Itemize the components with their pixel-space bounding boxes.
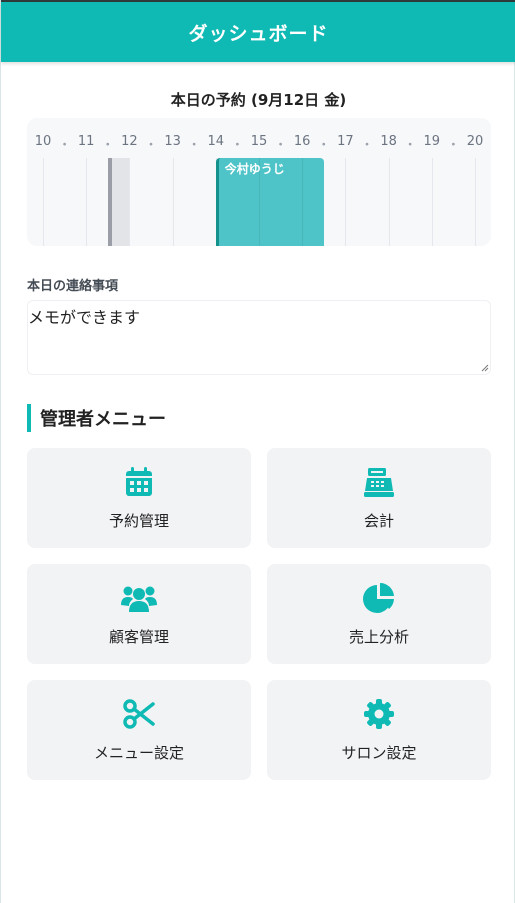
blocked-slot-edge bbox=[107, 158, 112, 246]
app-frame: ダッシュボード 本日の予約 (9月12日 金) 10 ・ 11 ・ 12 ・ 13 ・ 14 ・ 1… bbox=[0, 0, 515, 903]
hour-gridline bbox=[129, 158, 131, 246]
appointment-customer-name: 今村ゆうじ bbox=[224, 162, 285, 176]
hour-separator: ・ bbox=[360, 138, 374, 153]
hour-tick-11: 11 bbox=[77, 134, 95, 149]
menu-card-menu-settings[interactable]: メニュー設定 bbox=[27, 680, 251, 780]
calendar-icon bbox=[126, 467, 152, 496]
hour-tick-19: 19 bbox=[423, 134, 441, 149]
hour-separator: ・ bbox=[144, 138, 158, 153]
hour-gridline bbox=[86, 158, 88, 246]
hour-gridline bbox=[388, 158, 390, 246]
hour-separator: ・ bbox=[317, 138, 331, 153]
hour-tick-18: 18 bbox=[380, 134, 397, 149]
menu-card-label: 売上分析 bbox=[348, 628, 409, 646]
menu-card-sales-analysis[interactable]: 売上分析 bbox=[267, 564, 491, 664]
hour-gridline bbox=[43, 158, 44, 246]
hour-separator: ・ bbox=[101, 138, 115, 153]
page-title: ダッシュボード bbox=[188, 22, 329, 45]
admin-menu-title: 管理者メニュー bbox=[27, 404, 166, 432]
memo-textarea[interactable] bbox=[27, 300, 491, 375]
cash-register-icon bbox=[364, 468, 394, 497]
hour-separator: ・ bbox=[230, 138, 244, 153]
memo-label: 本日の連絡事項 bbox=[27, 279, 119, 294]
appointment-hour-line bbox=[302, 158, 304, 246]
schedule-title: 本日の予約 (9月12日 金) bbox=[170, 91, 347, 109]
hour-separator: ・ bbox=[274, 138, 288, 153]
hour-tick-10: 10 bbox=[34, 134, 52, 149]
pie-chart-icon bbox=[363, 582, 394, 613]
menu-card-label: 会計 bbox=[363, 512, 394, 530]
menu-card-label: 予約管理 bbox=[108, 512, 169, 530]
hour-separator: ・ bbox=[187, 138, 201, 153]
hour-separator: ・ bbox=[58, 138, 72, 153]
menu-card-label: メニュー設定 bbox=[93, 744, 184, 762]
menu-card-accounting[interactable]: 会計 bbox=[267, 448, 491, 548]
hour-separator: ・ bbox=[446, 138, 460, 153]
users-icon bbox=[121, 586, 157, 612]
menu-card-reservations[interactable]: 予約管理 bbox=[27, 448, 251, 548]
hour-separator: ・ bbox=[403, 138, 417, 153]
hour-tick-17: 17 bbox=[337, 134, 354, 149]
hour-gridline bbox=[345, 158, 347, 246]
hour-gridline bbox=[475, 158, 476, 246]
hour-tick-12: 12 bbox=[121, 134, 138, 149]
menu-card-customers[interactable]: 顧客管理 bbox=[27, 564, 251, 664]
app-header: ダッシュボード bbox=[1, 2, 515, 62]
hour-tick-20: 20 bbox=[466, 134, 484, 149]
appointment-block[interactable]: 今村ゆうじ bbox=[215, 158, 324, 246]
resize-handle-icon[interactable] bbox=[481, 364, 489, 372]
hour-tick-16: 16 bbox=[293, 134, 311, 149]
hour-tick-15: 15 bbox=[250, 134, 268, 149]
scissors-icon bbox=[123, 699, 155, 729]
menu-card-label: 顧客管理 bbox=[108, 628, 169, 646]
gear-icon bbox=[364, 699, 394, 729]
hour-tick-14: 14 bbox=[207, 134, 225, 149]
hour-gridline bbox=[172, 158, 174, 246]
schedule-timeline: 10 ・ 11 ・ 12 ・ 13 ・ 14 ・ 15 ・ 16 ・ 17 ・ 18 ・ 19 ・ 20 今村ゆうじ bbox=[27, 118, 491, 246]
menu-card-label: サロン設定 bbox=[341, 744, 417, 762]
hour-tick-13: 13 bbox=[164, 134, 181, 149]
menu-card-salon-settings[interactable]: サロン設定 bbox=[267, 680, 491, 780]
hour-gridline bbox=[431, 158, 433, 246]
